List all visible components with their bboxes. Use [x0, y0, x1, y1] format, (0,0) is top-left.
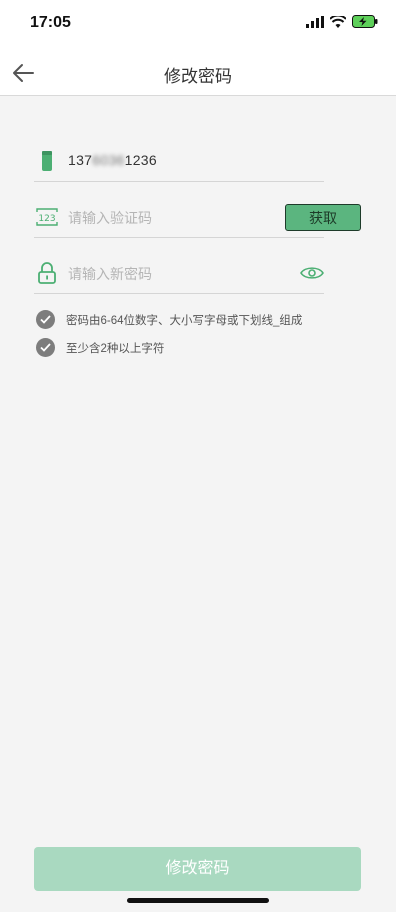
wifi-icon: [330, 15, 346, 28]
signal-icon: [306, 15, 324, 28]
eye-icon[interactable]: [300, 263, 324, 283]
status-time: 17:05: [30, 14, 71, 31]
check-circle-icon: [36, 310, 55, 329]
password-field[interactable]: 请输入新密码: [34, 253, 324, 294]
lock-icon: [36, 261, 58, 285]
rule-text: 密码由6-64位数字、大小写字母或下划线_组成: [66, 314, 303, 327]
svg-text:123: 123: [38, 214, 55, 224]
status-bar: 17:05: [0, 0, 396, 50]
get-code-button[interactable]: 获取: [285, 204, 361, 231]
code-input[interactable]: 请输入验证码: [68, 208, 152, 228]
nav-bar: 修改密码: [0, 50, 396, 96]
code-field[interactable]: 123 请输入验证码: [34, 197, 324, 238]
page-title: 修改密码: [164, 67, 232, 86]
check-circle-icon: [36, 338, 55, 357]
new-password-input[interactable]: 请输入新密码: [68, 264, 152, 284]
home-indicator: [127, 898, 269, 903]
phone-field: 13760361236: [34, 141, 324, 182]
phone-number: 13760361236: [68, 152, 157, 168]
phone-number-masked: 6036: [92, 152, 125, 168]
password-rule: 至少含2种以上字符: [36, 338, 164, 357]
number-123-icon: 123: [36, 205, 58, 229]
battery-charging-icon: [352, 15, 378, 28]
status-icons: [306, 15, 378, 28]
password-rule: 密码由6-64位数字、大小写字母或下划线_组成: [36, 310, 302, 329]
submit-button[interactable]: 修改密码: [34, 847, 361, 891]
phone-icon: [36, 149, 58, 173]
rule-text: 至少含2种以上字符: [66, 342, 165, 355]
